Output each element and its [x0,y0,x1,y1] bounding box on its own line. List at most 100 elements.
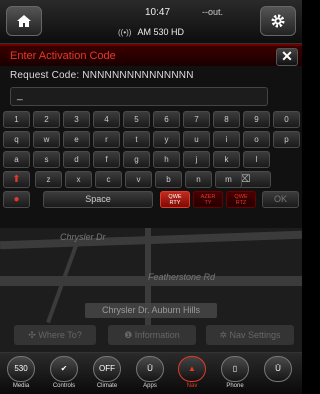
key-0[interactable]: 0 [273,111,300,128]
close-button[interactable]: ✕ [276,48,298,66]
dock-label: Climate [96,383,118,389]
key-f[interactable]: f [93,151,120,168]
ok-key[interactable]: OK [262,191,299,208]
key-r[interactable]: r [93,131,120,148]
key-s[interactable]: s [33,151,60,168]
shift-key[interactable]: ⬆ [3,171,30,188]
key-d[interactable]: d [63,151,90,168]
key-o[interactable]: o [243,131,270,148]
controls-icon: ✔ [50,356,78,382]
keyboard-row-1: qwertyuiop [0,131,302,149]
globe-icon: ● [13,194,20,205]
layout-azerty-key[interactable]: AZER TY [193,191,223,208]
key-a[interactable]: a [3,151,30,168]
dock-item-climate[interactable]: OFF Climate [87,356,127,394]
info-icon: ❶ [124,330,135,340]
layout-azerty-label: AZER TY [200,194,216,206]
key-w[interactable]: w [33,131,60,148]
broadcast-icon: ((•)) [118,28,132,37]
signpost-icon: ✣ [28,330,39,340]
dock-item-media[interactable]: 530 Media [1,356,41,394]
more-icon: Ū [264,356,292,382]
key-g[interactable]: g [123,151,150,168]
dock-label: Apps [143,383,157,389]
key-v[interactable]: v [125,171,152,188]
keyboard-row-2: asdfghjkl [0,151,302,169]
gear-icon [271,14,285,28]
shift-arrow-icon: ⬆ [12,174,21,185]
key-x[interactable]: x [65,171,92,188]
key-3[interactable]: 3 [63,111,90,128]
key-1[interactable]: 1 [3,111,30,128]
nav-icon: ▲ [178,356,206,382]
where-to-button[interactable]: ✣ Where To? [14,325,96,345]
key-u[interactable]: u [183,131,210,148]
key-9[interactable]: 9 [243,111,270,128]
radio-station[interactable]: ((•)) AM 530 HD [118,27,184,37]
key-q[interactable]: q [3,131,30,148]
key-k[interactable]: k [213,151,240,168]
keyboard: 1234567890 qwertyuiop asdfghjkl ⬆ ⌫ zxcv… [0,111,302,229]
key-7[interactable]: 7 [183,111,210,128]
settings-button[interactable] [260,6,296,36]
key-5[interactable]: 5 [123,111,150,128]
status-bar: 10:47 --out. ((•)) AM 530 HD [0,0,302,44]
activation-code-input[interactable]: _ [10,87,268,106]
dialog-title: Enter Activation Code [10,50,116,62]
key-i[interactable]: i [213,131,240,148]
nav-map[interactable]: Chrysler Dr Featherstone Rd Chrysler Dr.… [0,228,302,352]
gear-icon: ✲ [219,330,230,340]
activation-dialog: Enter Activation Code ✕ Request Code: NN… [0,44,302,228]
information-label: Information [134,330,180,340]
key-e[interactable]: e [63,131,90,148]
where-to-label: Where To? [38,330,82,340]
climate-icon: OFF [93,356,121,382]
keyboard-row-bottom: ● Space QWE RTY AZER TY QWE RTZ OK [0,191,302,209]
nav-action-bar: ✣ Where To? ❶ Information ✲ Nav Settings [0,325,302,345]
key-n[interactable]: n [185,171,212,188]
nav-settings-button[interactable]: ✲ Nav Settings [206,325,294,345]
current-location: Chrysler Dr. Auburn Hills [85,303,217,318]
dock-item-nav[interactable]: ▲ Nav [172,356,212,394]
symbols-key[interactable]: ● [3,191,30,208]
dock-item-more[interactable]: Ū [258,356,298,394]
dialog-header: Enter Activation Code ✕ [0,46,302,66]
dock-label: Media [12,383,30,389]
key-4[interactable]: 4 [93,111,120,128]
home-button[interactable] [6,6,42,36]
dock-label: Nav [186,383,198,389]
key-6[interactable]: 6 [153,111,180,128]
keyboard-row-numbers: 1234567890 [0,111,302,129]
outside-temperature: --out. [202,7,224,17]
key-z[interactable]: z [35,171,62,188]
media-icon: 530 [7,356,35,382]
key-m[interactable]: m [215,171,242,188]
layout-qwerty-key[interactable]: QWE RTY [160,191,190,208]
key-t[interactable]: t [123,131,150,148]
key-c[interactable]: c [95,171,122,188]
dock-item-controls[interactable]: ✔ Controls [44,356,84,394]
key-b[interactable]: b [155,171,182,188]
layout-qwertz-key[interactable]: QWE RTZ [226,191,256,208]
dock-item-apps[interactable]: Ū Apps [130,356,170,394]
information-button[interactable]: ❶ Information [108,325,196,345]
request-code: Request Code: NNNNNNNNNNNNNNN [10,70,194,81]
key-l[interactable]: l [243,151,270,168]
keyboard-row-3: ⬆ ⌫ zxcvbnm [0,171,302,189]
bottom-dock: 530 Media ✔ Controls OFF Climate Ū Apps ▲ Nav ▯ Pho… [0,352,302,394]
space-key[interactable]: Space [43,191,153,208]
nav-settings-label: Nav Settings [229,330,281,340]
dock-label: Phone [226,383,244,389]
street-label: Chrysler Dr [60,232,106,242]
key-j[interactable]: j [183,151,210,168]
key-2[interactable]: 2 [33,111,60,128]
dock-item-phone[interactable]: ▯ Phone [215,356,255,394]
map-road [0,230,302,250]
key-p[interactable]: p [273,131,300,148]
home-icon [17,15,31,27]
layout-qwertz-label: QWE RTZ [234,194,248,206]
key-y[interactable]: y [153,131,180,148]
key-h[interactable]: h [153,151,180,168]
clock: 10:47 [145,7,171,18]
key-8[interactable]: 8 [213,111,240,128]
